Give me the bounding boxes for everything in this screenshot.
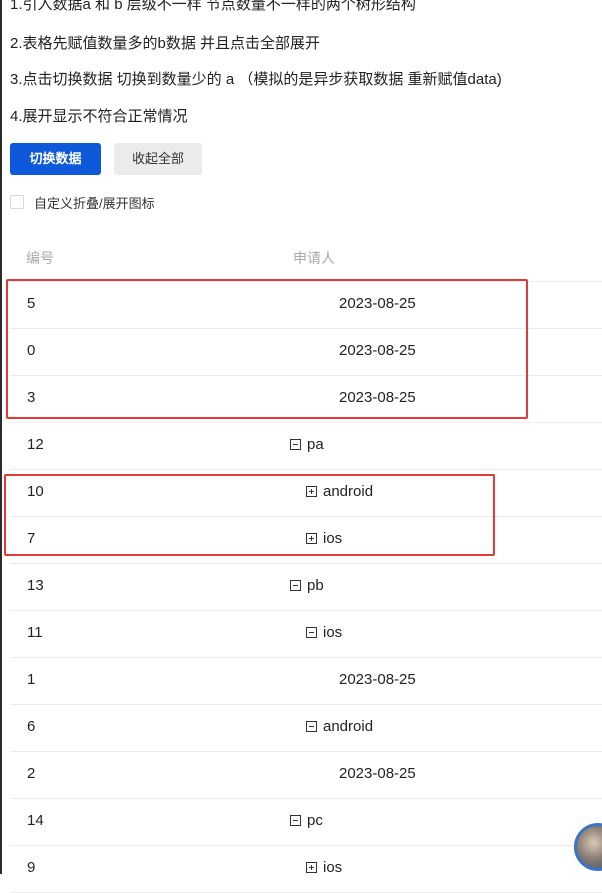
table-row[interactable]: 2 2023-08-25 bbox=[10, 752, 602, 799]
instruction-line-2: 2.表格先赋值数量多的b数据 并且点击全部展开 bbox=[10, 35, 321, 52]
row-id: 0 bbox=[27, 342, 36, 359]
table-row[interactable]: 13 pb bbox=[10, 564, 602, 611]
column-header-id: 编号 bbox=[26, 250, 54, 266]
collapse-icon[interactable] bbox=[290, 439, 301, 450]
collapse-icon[interactable] bbox=[290, 580, 301, 591]
row-id: 13 bbox=[27, 577, 44, 594]
tree-table: 编号 申请人 5 2023-08-25 0 2023-08-25 3 2023-08-25… bbox=[10, 235, 602, 893]
row-id: 7 bbox=[27, 530, 36, 547]
table-row[interactable]: 1 2023-08-25 bbox=[10, 658, 602, 705]
instruction-line-3: 3.点击切换数据 切换到数量少的 a （模拟的是异步获取数据 重新赋值data) bbox=[10, 71, 502, 88]
table-row[interactable]: 12 pa bbox=[10, 423, 602, 470]
collapse-icon[interactable] bbox=[290, 815, 301, 826]
row-applicant: android bbox=[323, 483, 374, 500]
switch-data-button[interactable]: 切换数据 bbox=[10, 143, 101, 175]
custom-icon-checkbox-row[interactable]: 自定义折叠/展开图标 bbox=[10, 192, 155, 212]
row-id: 14 bbox=[27, 812, 44, 829]
table-row[interactable]: 14 pc bbox=[10, 799, 602, 846]
row-id: 11 bbox=[27, 624, 43, 641]
row-id: 10 bbox=[27, 483, 44, 500]
row-applicant: android bbox=[323, 718, 374, 735]
row-applicant: pb bbox=[307, 577, 324, 594]
row-id: 5 bbox=[27, 295, 36, 312]
row-applicant: pc bbox=[307, 812, 323, 829]
row-applicant: 2023-08-25 bbox=[339, 389, 416, 406]
table-body: 5 2023-08-25 0 2023-08-25 3 2023-08-25 12 pa 10 a… bbox=[10, 282, 602, 893]
instruction-line-1: 1.引入数据a 和 b 层级不一样 节点数量不一样的两个树形结构 bbox=[10, 0, 416, 13]
table-row[interactable]: 5 2023-08-25 bbox=[10, 282, 602, 329]
custom-icon-checkbox-label: 自定义折叠/展开图标 bbox=[34, 195, 155, 211]
row-id: 3 bbox=[27, 389, 36, 406]
row-applicant: pa bbox=[307, 436, 324, 453]
table-row[interactable]: 3 2023-08-25 bbox=[10, 376, 602, 423]
expand-icon[interactable] bbox=[306, 533, 317, 544]
row-id: 6 bbox=[27, 718, 36, 735]
row-applicant: ios bbox=[323, 530, 343, 547]
window-left-edge bbox=[0, 0, 2, 874]
row-applicant: ios bbox=[323, 624, 343, 641]
row-id: 9 bbox=[27, 859, 36, 876]
custom-icon-checkbox[interactable] bbox=[10, 195, 24, 209]
row-id: 12 bbox=[27, 436, 44, 453]
row-applicant: ios bbox=[323, 859, 343, 876]
collapse-icon[interactable] bbox=[306, 627, 317, 638]
row-applicant: 2023-08-25 bbox=[339, 671, 416, 688]
table-row[interactable]: 0 2023-08-25 bbox=[10, 329, 602, 376]
expand-icon[interactable] bbox=[306, 862, 317, 873]
table-row[interactable]: 9 ios bbox=[10, 846, 602, 893]
row-applicant: 2023-08-25 bbox=[339, 342, 416, 359]
table-row[interactable]: 10 android bbox=[10, 470, 602, 517]
row-applicant: 2023-08-25 bbox=[339, 295, 416, 312]
collapse-all-button[interactable]: 收起全部 bbox=[114, 143, 202, 175]
row-id: 2 bbox=[27, 765, 36, 782]
expand-icon[interactable] bbox=[306, 486, 317, 497]
collapse-icon[interactable] bbox=[306, 721, 317, 732]
row-id: 1 bbox=[27, 671, 36, 688]
column-header-applicant: 申请人 bbox=[293, 250, 335, 266]
table-row[interactable]: 7 ios bbox=[10, 517, 602, 564]
table-header: 编号 申请人 bbox=[10, 235, 602, 282]
instruction-line-4: 4.展开显示不符合正常情况 bbox=[10, 108, 188, 125]
row-applicant: 2023-08-25 bbox=[339, 765, 416, 782]
table-row[interactable]: 6 android bbox=[10, 705, 602, 752]
table-row[interactable]: 11 ios bbox=[10, 611, 602, 658]
